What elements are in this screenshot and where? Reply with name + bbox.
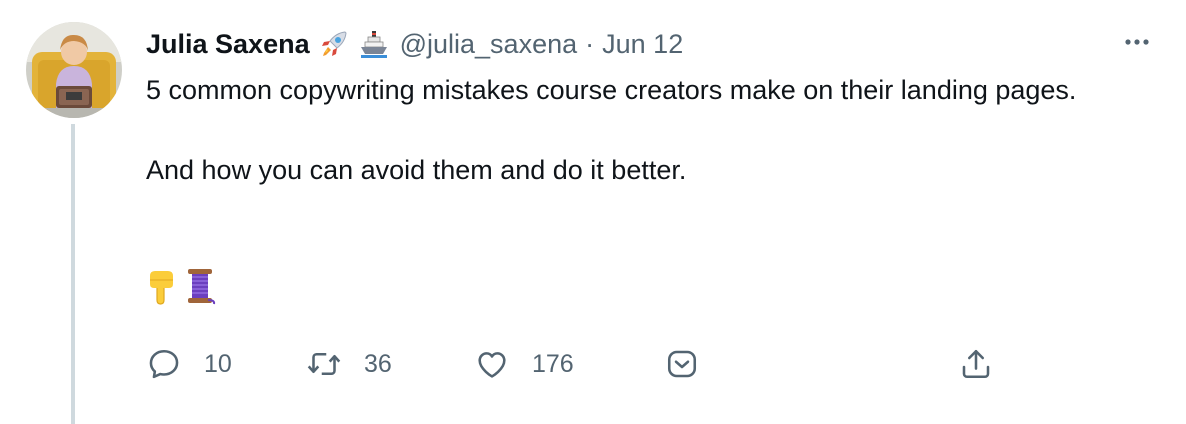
rocket-emoji xyxy=(318,28,350,60)
tweet-emojis xyxy=(146,266,218,306)
tweet-actions: 10 36 176 xyxy=(146,340,1006,388)
share-button[interactable] xyxy=(958,340,994,388)
tweet-text: 5 common copywriting mistakes course cre… xyxy=(146,70,1146,190)
like-button[interactable]: 176 xyxy=(474,340,574,388)
separator-dot: · xyxy=(585,28,595,59)
display-name[interactable]: Julia Saxena xyxy=(146,29,310,60)
bookmark-share-icon xyxy=(667,350,697,378)
tweet-text-line-2: And how you can avoid them and do it bet… xyxy=(146,155,687,185)
share-icon xyxy=(962,349,990,379)
tweet[interactable]: Julia Saxena @julia_saxena · Jun 12 5 co… xyxy=(0,0,1186,424)
like-count: 176 xyxy=(532,349,574,378)
tweet-header: Julia Saxena @julia_saxena · Jun 12 xyxy=(146,26,683,62)
ship-emoji xyxy=(358,28,390,60)
avatar[interactable] xyxy=(26,22,122,118)
retweet-count: 36 xyxy=(364,349,392,378)
more-options-icon[interactable] xyxy=(1122,30,1152,54)
thread-connector-line xyxy=(71,124,75,424)
heart-icon xyxy=(478,352,506,378)
retweet-button[interactable]: 36 xyxy=(306,340,392,388)
reply-icon xyxy=(149,349,179,379)
thread-spool-emoji xyxy=(184,266,218,306)
reply-count: 10 xyxy=(204,349,232,378)
reply-button[interactable]: 10 xyxy=(146,340,232,388)
backhand-index-pointing-down-emoji xyxy=(146,266,180,306)
bookmark-button[interactable] xyxy=(664,340,700,388)
tweet-text-line-1: 5 common copywriting mistakes course cre… xyxy=(146,75,1077,105)
tweet-date[interactable]: Jun 12 xyxy=(602,29,683,60)
avatar-photo xyxy=(26,22,122,118)
retweet-icon xyxy=(307,352,341,376)
author-handle[interactable]: @julia_saxena xyxy=(400,29,578,60)
